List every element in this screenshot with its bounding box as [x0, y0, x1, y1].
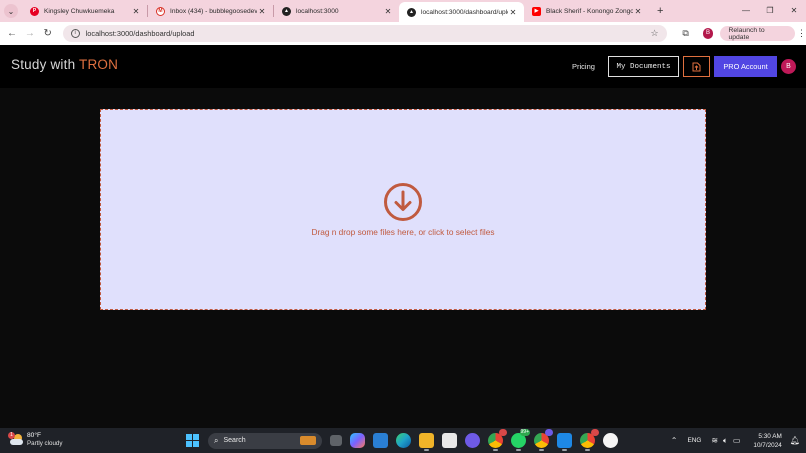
minimize-icon[interactable]: —	[734, 0, 758, 22]
clock-time: 5:30 AM	[758, 432, 782, 440]
chevron-up-icon[interactable]: ⌃	[671, 436, 678, 445]
task-view-icon[interactable]	[330, 435, 342, 446]
profile-avatar[interactable]: B	[702, 28, 714, 39]
chrome-profile-icon[interactable]	[534, 429, 553, 451]
language-indicator[interactable]: ENG	[687, 437, 701, 444]
media-player-icon[interactable]	[465, 433, 480, 448]
file-upload-icon	[692, 62, 701, 71]
search-icon: ⌕	[214, 435, 219, 445]
tab-search-icon[interactable]: ⌄	[4, 4, 18, 18]
clock[interactable]: 5:30 AM 10/7/2024	[753, 432, 781, 450]
new-tab-button[interactable]: +	[657, 5, 663, 17]
app-header: Study with TRON Pricing My Documents PRO…	[0, 45, 806, 88]
close-tab-icon[interactable]: ✕	[257, 7, 267, 16]
copilot-icon[interactable]	[350, 433, 365, 448]
search-highlight-icon	[300, 436, 316, 445]
wifi-icon[interactable]: ≋	[711, 436, 718, 445]
back-icon[interactable]: ←	[3, 28, 21, 39]
weather-alert-badge: 1	[8, 432, 15, 439]
app-triangle-icon: ▲	[407, 7, 416, 17]
notification-badge: 99+	[519, 429, 530, 436]
close-tab-icon[interactable]: ✕	[383, 7, 393, 16]
upload-button[interactable]	[683, 56, 710, 77]
search-label: Search	[223, 437, 246, 444]
whatsapp-icon[interactable]: 99+	[511, 429, 530, 451]
app-triangle-icon: ▲	[282, 6, 291, 16]
browser-tab[interactable]: ▶ Black Sherif - Konongo Zongo ✕	[524, 0, 649, 22]
main-content: Drag n drop some files here, or click to…	[0, 88, 806, 428]
mail-icon[interactable]	[373, 433, 388, 448]
file-dropzone[interactable]: Drag n drop some files here, or click to…	[100, 109, 706, 310]
tab-title: localhost:3000	[296, 7, 339, 15]
brand-accent: TRON	[79, 57, 119, 72]
close-tab-icon[interactable]: ✕	[633, 7, 643, 16]
window-controls: — ❐ ✕	[734, 0, 806, 22]
restore-icon[interactable]: ❐	[758, 0, 782, 22]
reload-icon[interactable]: ↻	[39, 28, 57, 39]
forward-icon[interactable]: →	[21, 28, 39, 39]
browser-tab-strip: ⌄ P Kingsley Chuwkuemeka ✕ M Inbox (434)…	[0, 0, 806, 22]
weather-widget[interactable]: 1 80°F Partly cloudy	[8, 432, 63, 448]
battery-icon[interactable]: ▭	[733, 436, 741, 445]
tab-title: Black Sherif - Konongo Zongo	[546, 7, 633, 15]
partly-cloudy-icon: 1	[8, 432, 24, 446]
weather-condition: Partly cloudy	[27, 440, 63, 447]
windows-taskbar: 1 80°F Partly cloudy ⌕ Search 99+ ⌃ ENG …	[0, 428, 806, 453]
tab-title: Inbox (434) - bubblegoosedev	[170, 7, 257, 15]
browser-tab[interactable]: ▲ localhost:3000 ✕	[274, 0, 399, 22]
bookmark-star-icon[interactable]: ☆	[651, 28, 659, 39]
brand-prefix: Study with	[11, 57, 79, 72]
system-tray: ⌃ ENG ≋ 🔈︎ ▭ 5:30 AM 10/7/2024 🔔︎	[671, 428, 806, 453]
more-menu-icon[interactable]: ⋮	[797, 28, 806, 39]
close-window-icon[interactable]: ✕	[782, 0, 806, 22]
windows-start-icon[interactable]	[186, 434, 199, 447]
notification-badge	[499, 429, 507, 436]
chrome-icon[interactable]	[488, 429, 507, 451]
gmail-icon: M	[156, 6, 165, 16]
chrome-active-icon[interactable]	[580, 429, 599, 451]
clock-date: 10/7/2024	[753, 441, 782, 449]
download-circle-icon	[384, 183, 422, 221]
close-tab-icon[interactable]: ✕	[131, 7, 141, 16]
url-text[interactable]: localhost:3000/dashboard/upload	[86, 29, 651, 38]
my-documents-button[interactable]: My Documents	[608, 56, 679, 77]
browser-tab[interactable]: M Inbox (434) - bubblegoosedev ✕	[148, 0, 273, 22]
site-info-icon[interactable]: i	[70, 29, 80, 38]
close-tab-icon[interactable]: ✕	[508, 8, 518, 17]
taskbar-apps: ⌕ Search 99+	[186, 429, 618, 451]
browser-tab-active[interactable]: ▲ localhost:3000/dashboard/upload ✕	[399, 2, 524, 22]
vscode-icon[interactable]	[557, 433, 572, 451]
dropzone-hint: Drag n drop some files here, or click to…	[311, 227, 495, 237]
notification-bell-icon[interactable]: 🔔︎	[790, 436, 800, 445]
itunes-icon[interactable]	[603, 433, 618, 448]
store-icon[interactable]	[442, 433, 457, 448]
volume-icon[interactable]: 🔈︎	[723, 436, 728, 446]
browser-tab[interactable]: P Kingsley Chuwkuemeka ✕	[22, 0, 147, 22]
extensions-icon[interactable]: ⧉	[679, 28, 693, 39]
relaunch-button[interactable]: Relaunch to update	[720, 26, 795, 41]
file-explorer-icon[interactable]	[419, 433, 434, 451]
user-avatar[interactable]: B	[781, 59, 796, 74]
edge-icon[interactable]	[396, 433, 411, 448]
weather-temp: 80°F	[27, 432, 41, 439]
address-bar[interactable]: i localhost:3000/dashboard/upload ☆	[62, 25, 667, 42]
tab-title: localhost:3000/dashboard/upload	[421, 8, 508, 16]
youtube-icon: ▶	[532, 6, 541, 16]
tab-title: Kingsley Chuwkuemeka	[44, 7, 115, 15]
pinterest-icon: P	[30, 6, 39, 16]
brand-logo[interactable]: Study with TRON	[11, 57, 118, 72]
pricing-link[interactable]: Pricing	[572, 62, 595, 71]
pro-account-button[interactable]: PRO Account	[714, 56, 777, 77]
notification-badge	[591, 429, 599, 436]
browser-toolbar: ← → ↻ i localhost:3000/dashboard/upload …	[0, 22, 806, 45]
taskbar-search[interactable]: ⌕ Search	[208, 432, 322, 449]
notification-badge	[545, 429, 553, 436]
